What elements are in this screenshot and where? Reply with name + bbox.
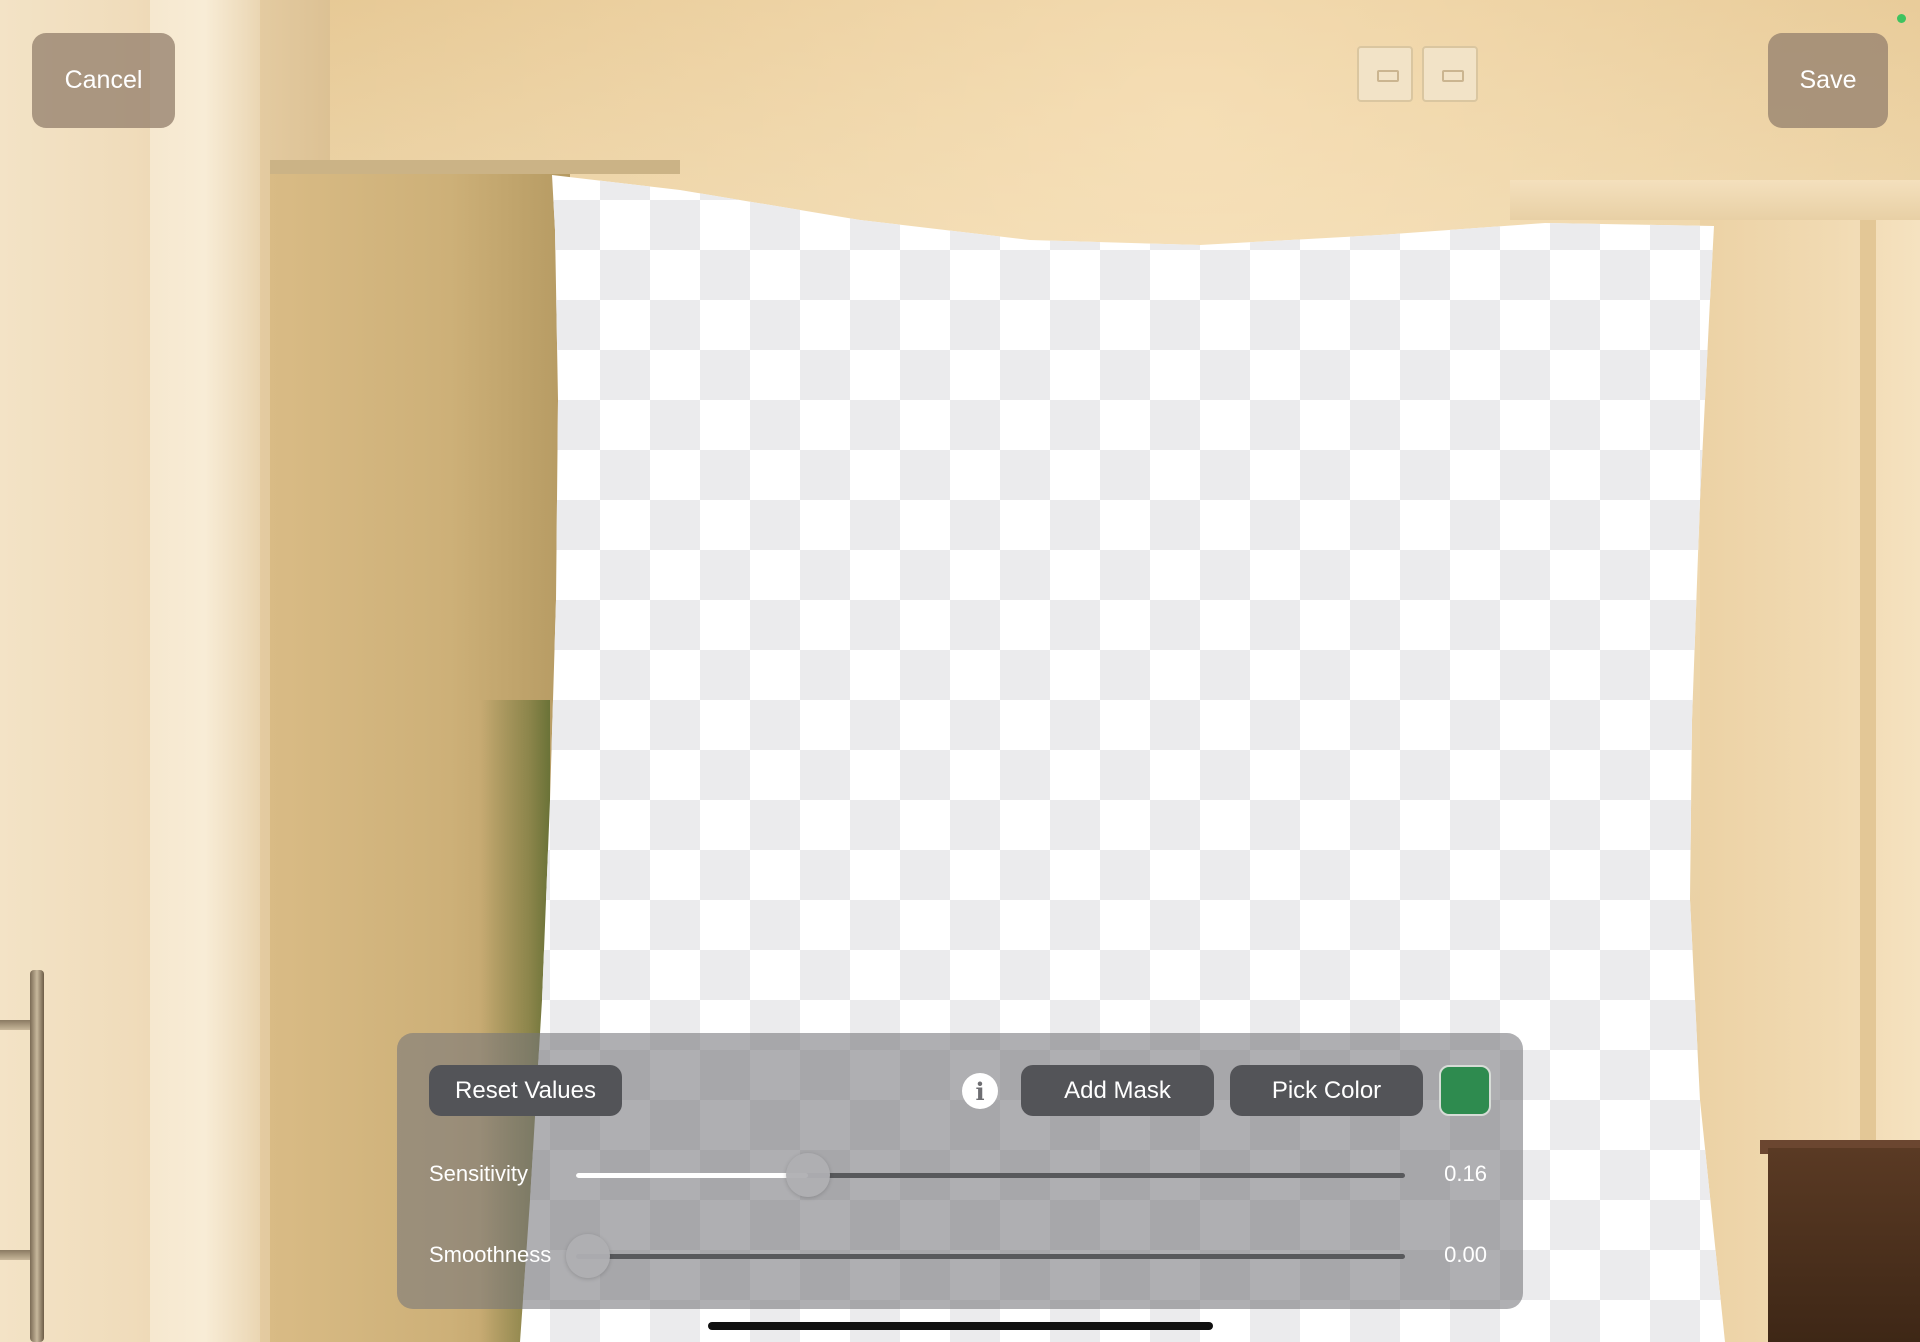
sensitivity-label: Sensitivity xyxy=(429,1161,529,1186)
light-switch xyxy=(1422,46,1478,102)
door-handle xyxy=(30,970,44,1342)
pick-color-button[interactable]: Pick Color xyxy=(1230,1065,1423,1116)
right-rail xyxy=(1510,180,1920,220)
chroma-key-panel: Reset Values i Add Mask Pick Color Sensi… xyxy=(397,1033,1523,1309)
smoothness-label: Smoothness xyxy=(429,1242,552,1267)
curtain-rail xyxy=(270,160,680,174)
smoothness-value: 0.00 xyxy=(1444,1242,1487,1267)
add-mask-button[interactable]: Add Mask xyxy=(1021,1065,1214,1116)
furniture xyxy=(1768,1148,1920,1342)
reset-values-button[interactable]: Reset Values xyxy=(429,1065,622,1116)
door-edge xyxy=(150,0,260,1342)
smoothness-slider-thumb[interactable] xyxy=(566,1234,610,1278)
status-dot xyxy=(1897,14,1906,23)
save-button[interactable]: Save xyxy=(1768,33,1888,128)
sensitivity-slider[interactable] xyxy=(576,1153,1405,1197)
cancel-button[interactable]: Cancel xyxy=(32,33,175,128)
info-icon[interactable]: i xyxy=(962,1073,998,1109)
camera-preview: Cancel Save Reset Values i Add Mask Pick… xyxy=(0,0,1920,1342)
key-color-swatch[interactable] xyxy=(1439,1065,1491,1116)
sensitivity-slider-thumb[interactable] xyxy=(786,1153,831,1197)
home-indicator xyxy=(708,1322,1213,1330)
sensitivity-slider-fill xyxy=(576,1173,809,1178)
smoothness-slider[interactable] xyxy=(566,1234,1405,1278)
sensitivity-value: 0.16 xyxy=(1444,1161,1487,1186)
light-switch xyxy=(1357,46,1413,102)
